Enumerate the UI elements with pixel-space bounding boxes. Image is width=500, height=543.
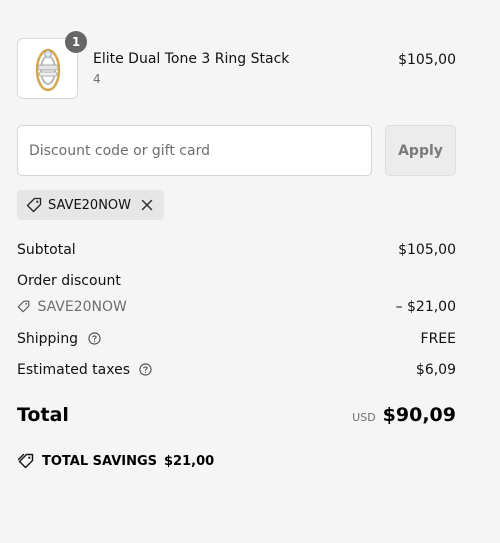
total-value: $90,09 bbox=[382, 404, 456, 426]
total-savings: TOTAL SAVINGS $21,00 bbox=[17, 453, 214, 469]
help-circle-icon[interactable] bbox=[87, 332, 101, 349]
help-circle-icon[interactable] bbox=[139, 363, 153, 380]
taxes-row: Estimated taxes $6,09 bbox=[17, 362, 456, 380]
shipping-value: FREE bbox=[420, 331, 456, 347]
product-variant: 4 bbox=[93, 72, 101, 86]
discount-code-input[interactable] bbox=[17, 125, 372, 176]
tag-icon bbox=[17, 300, 30, 317]
product-name: Elite Dual Tone 3 Ring Stack bbox=[93, 51, 290, 67]
subtotal-row: Subtotal $105,00 bbox=[17, 242, 456, 258]
discount-form: Apply bbox=[17, 125, 456, 176]
savings-label: TOTAL SAVINGS bbox=[42, 453, 158, 469]
total-label: Total bbox=[17, 404, 69, 426]
applied-code-label: SAVE20NOW bbox=[48, 197, 132, 213]
discount-code-row: SAVE20NOW – $21,00 bbox=[17, 299, 456, 317]
currency-code: USD bbox=[352, 411, 376, 424]
ring-stack-image bbox=[35, 48, 61, 92]
quantity-badge: 1 bbox=[65, 31, 87, 53]
total-row: Total USD $90,09 bbox=[17, 404, 456, 426]
subtotal-value: $105,00 bbox=[398, 242, 456, 258]
discount-code-text: SAVE20NOW bbox=[37, 299, 127, 315]
product-price: $105,00 bbox=[398, 52, 456, 68]
close-icon[interactable] bbox=[140, 198, 154, 212]
tag-icon bbox=[26, 197, 42, 213]
savings-tag-icon bbox=[17, 453, 35, 469]
order-discount-row: Order discount bbox=[17, 273, 456, 289]
line-item: 1 Elite Dual Tone 3 Ring Stack 4 $105,00 bbox=[17, 31, 456, 102]
subtotal-label: Subtotal bbox=[17, 242, 76, 258]
applied-discount-chip: SAVE20NOW bbox=[17, 190, 164, 220]
order-discount-label: Order discount bbox=[17, 273, 121, 289]
shipping-row: Shipping FREE bbox=[17, 331, 456, 349]
shipping-label: Shipping bbox=[17, 331, 79, 347]
taxes-label: Estimated taxes bbox=[17, 362, 131, 378]
discount-value: – $21,00 bbox=[395, 299, 456, 315]
taxes-value: $6,09 bbox=[415, 362, 456, 378]
apply-button[interactable]: Apply bbox=[385, 125, 456, 176]
savings-value: $21,00 bbox=[164, 453, 215, 469]
order-summary: 1 Elite Dual Tone 3 Ring Stack 4 $105,00… bbox=[17, 31, 456, 469]
